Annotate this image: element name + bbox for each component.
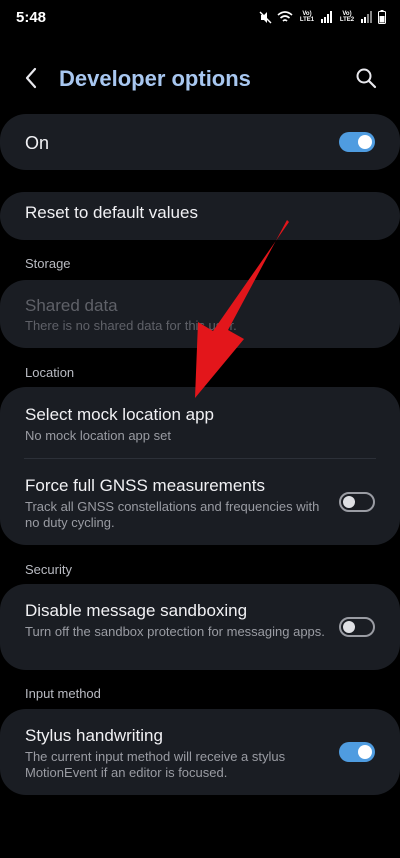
sim1-label: Vo) LTE1 (299, 11, 315, 23)
status-bar: 5:48 Vo) LTE1 Vo) LTE2 (0, 0, 400, 34)
battery-icon (378, 10, 386, 24)
toggle-knob (343, 496, 355, 508)
stylus-toggle[interactable] (339, 742, 375, 762)
sandbox-subtitle: Turn off the sandbox protection for mess… (25, 624, 325, 639)
back-arrow-icon[interactable] (20, 66, 44, 90)
master-toggle[interactable] (339, 132, 375, 152)
gnss-title: Force full GNSS measurements (25, 476, 265, 495)
sandbox-title: Disable message sandboxing (25, 601, 248, 620)
master-switch-card[interactable]: On (0, 114, 400, 170)
section-input-method: Input method (25, 686, 101, 701)
signal-icon-1 (321, 11, 332, 23)
toggle-knob (343, 621, 355, 633)
gnss-item[interactable]: Force full GNSS measurements Track all G… (0, 459, 400, 545)
stylus-card[interactable]: Stylus handwriting The current input met… (0, 709, 400, 795)
mock-location-item[interactable]: Select mock location app No mock locatio… (0, 387, 400, 458)
shared-data-card: Shared data There is no shared data for … (0, 280, 400, 348)
shared-data-title: Shared data (25, 296, 118, 315)
wifi-icon (277, 10, 293, 22)
toggle-knob (358, 745, 372, 759)
master-switch-label: On (25, 133, 50, 153)
gnss-subtitle: Track all GNSS constellations and freque… (25, 499, 320, 530)
mute-icon (259, 11, 272, 23)
gnss-toggle[interactable] (339, 492, 375, 512)
page-title: Developer options (59, 66, 251, 91)
reset-label: Reset to default values (25, 203, 198, 222)
section-location: Location (25, 365, 75, 380)
toggle-knob (358, 135, 372, 149)
stylus-subtitle: The current input method will receive a … (25, 749, 286, 780)
stylus-title: Stylus handwriting (25, 726, 163, 745)
app-bar: Developer options (0, 52, 400, 104)
status-time: 5:48 (16, 9, 47, 26)
reset-card[interactable]: Reset to default values (0, 192, 400, 240)
location-card: Select mock location app No mock locatio… (0, 387, 400, 545)
mock-location-title: Select mock location app (25, 405, 214, 424)
shared-data-subtitle: There is no shared data for this user. (25, 318, 237, 333)
mock-location-subtitle: No mock location app set (25, 428, 171, 443)
section-security: Security (25, 562, 72, 577)
sandbox-toggle[interactable] (339, 617, 375, 637)
status-icons: Vo) LTE1 Vo) LTE2 (259, 8, 386, 26)
sim2-label: Vo) LTE2 (339, 11, 355, 23)
signal-icon-2 (361, 11, 372, 23)
sandbox-card[interactable]: Disable message sandboxing Turn off the … (0, 584, 400, 670)
section-storage: Storage (25, 256, 71, 271)
search-icon[interactable] (354, 66, 378, 90)
